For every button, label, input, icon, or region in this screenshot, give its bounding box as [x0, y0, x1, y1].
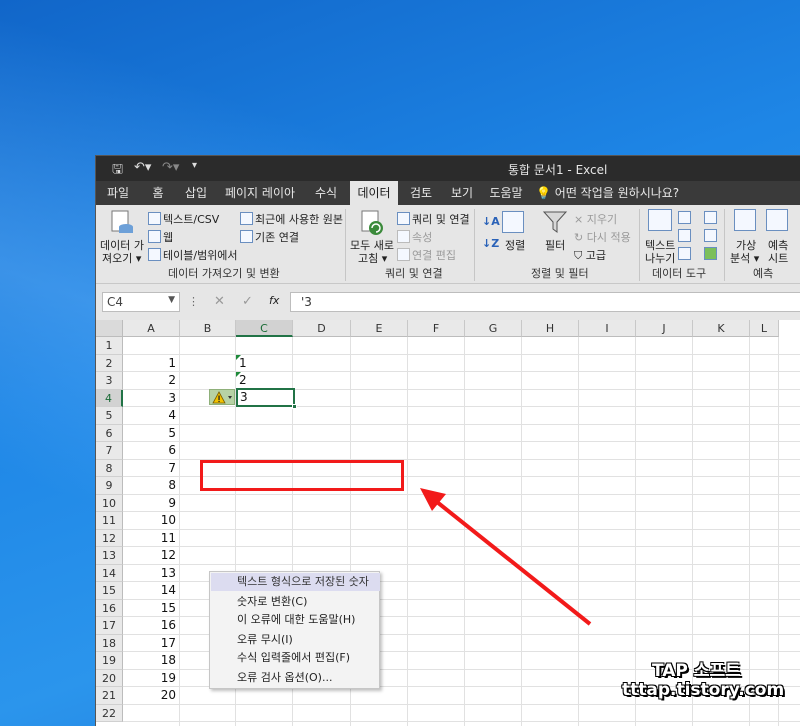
annotation-arrow [420, 488, 592, 626]
watermark-title: TAP 소프트 [652, 661, 741, 681]
watermark-url: tttap.tistory.com [622, 680, 785, 700]
